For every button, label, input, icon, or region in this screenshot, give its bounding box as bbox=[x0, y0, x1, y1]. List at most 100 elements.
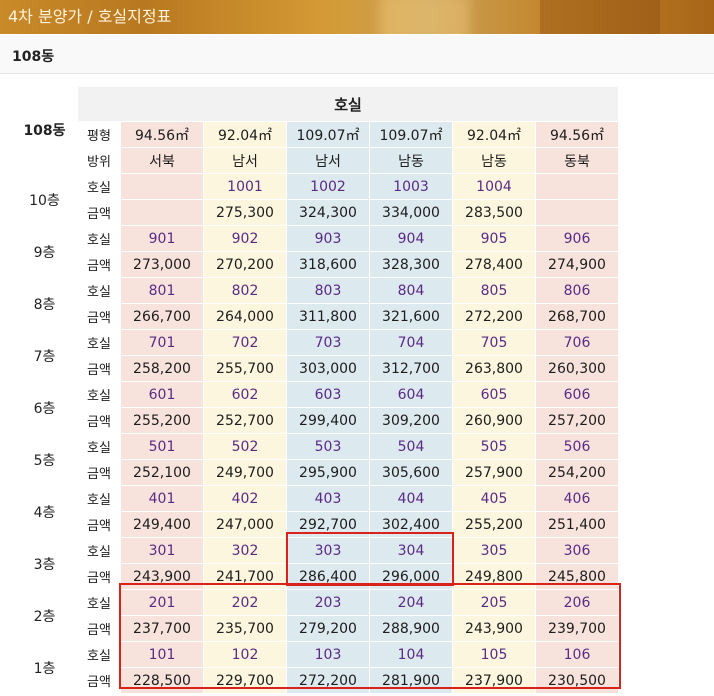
room-number-cell: 602 bbox=[203, 381, 287, 408]
banner-decoration-dark bbox=[540, 0, 660, 34]
price-cell: 302,400 bbox=[369, 511, 453, 538]
table-row-room: 7층 호실 701 702 703 704 705 706 bbox=[11, 329, 619, 382]
price-cell: 249,400 bbox=[120, 511, 204, 538]
price-row-label: 금액 bbox=[77, 199, 121, 226]
room-number-cell: 704 bbox=[369, 329, 453, 356]
room-number-cell: 905 bbox=[452, 225, 536, 252]
floor-label: 3층 bbox=[11, 537, 78, 590]
room-number-cell: 306 bbox=[535, 537, 619, 564]
room-number-cell: 903 bbox=[286, 225, 370, 252]
room-number-cell: 806 bbox=[535, 277, 619, 304]
room-row-label: 호실 bbox=[77, 381, 121, 408]
room-number-cell: 405 bbox=[452, 485, 536, 512]
price-row-label: 금액 bbox=[77, 355, 121, 382]
hosil-header: 호실 bbox=[77, 86, 619, 122]
building-header: 108동 bbox=[0, 35, 714, 74]
price-cell: 279,200 bbox=[286, 615, 370, 642]
price-cell: 321,600 bbox=[369, 303, 453, 330]
price-cell: 334,000 bbox=[369, 199, 453, 226]
room-number-cell: 804 bbox=[369, 277, 453, 304]
price-cell: 243,900 bbox=[120, 563, 204, 590]
price-row-label: 금액 bbox=[77, 667, 121, 694]
room-number-cell: 805 bbox=[452, 277, 536, 304]
table-row-room: 1층 호실 101 102 103 104 105 106 bbox=[11, 641, 619, 694]
price-cell: 252,100 bbox=[120, 459, 204, 486]
room-number-cell: 606 bbox=[535, 381, 619, 408]
price-cell bbox=[120, 199, 204, 226]
room-row-label: 호실 bbox=[77, 277, 121, 304]
room-number-cell: 901 bbox=[120, 225, 204, 252]
price-cell: 324,300 bbox=[286, 199, 370, 226]
room-number-cell: 801 bbox=[120, 277, 204, 304]
table-row-price: 금액 249,400 247,000 292,700 302,400 255,200 251… bbox=[12, 511, 619, 538]
size-cell: 109.07㎡ bbox=[286, 121, 370, 148]
building-title: 108동 bbox=[12, 49, 55, 65]
price-cell: 229,700 bbox=[203, 667, 287, 694]
table-row-room: 9층 호실 901 902 903 904 905 906 bbox=[11, 225, 619, 278]
room-number-cell: 303 bbox=[286, 537, 370, 564]
size-cell: 92.04㎡ bbox=[203, 121, 287, 148]
table-row-price: 금액 273,000 270,200 318,600 328,300 278,400 274… bbox=[12, 251, 619, 278]
price-row-label: 금액 bbox=[77, 563, 121, 590]
room-number-cell: 205 bbox=[452, 589, 536, 616]
price-row-label: 금액 bbox=[77, 511, 121, 538]
price-cell: 243,900 bbox=[452, 615, 536, 642]
room-number-cell: 502 bbox=[203, 433, 287, 460]
table-row-price: 금액 237,700 235,700 279,200 288,900 243,900 239… bbox=[12, 615, 619, 642]
room-number-cell: 403 bbox=[286, 485, 370, 512]
price-row-label: 금액 bbox=[77, 407, 121, 434]
price-row-label: 금액 bbox=[77, 615, 121, 642]
room-number-cell: 201 bbox=[120, 589, 204, 616]
room-number-cell: 206 bbox=[535, 589, 619, 616]
direction-cell: 남서 bbox=[286, 147, 370, 174]
price-cell: 255,200 bbox=[452, 511, 536, 538]
price-cell: 309,200 bbox=[369, 407, 453, 434]
table-row-price: 금액 258,200 255,700 303,000 312,700 263,800 260… bbox=[12, 355, 619, 382]
room-number-cell: 104 bbox=[369, 641, 453, 668]
price-cell: 260,300 bbox=[535, 355, 619, 382]
unit-price-table: 108동 호실 평형 94.56㎡ 92.04㎡ 109.07㎡ 109.07㎡ 92.04㎡… bbox=[11, 86, 619, 694]
room-number-cell: 305 bbox=[452, 537, 536, 564]
room-number-cell: 605 bbox=[452, 381, 536, 408]
room-number-cell: 202 bbox=[203, 589, 287, 616]
price-cell: 281,900 bbox=[369, 667, 453, 694]
price-cell: 270,200 bbox=[203, 251, 287, 278]
room-number-cell: 204 bbox=[369, 589, 453, 616]
direction-cell: 남서 bbox=[203, 147, 287, 174]
direction-cell: 동북 bbox=[535, 147, 619, 174]
table-row-price: 금액 228,500 229,700 272,200 281,900 237,900 230… bbox=[12, 667, 619, 694]
floor-label: 4층 bbox=[11, 485, 78, 538]
room-number-cell: 203 bbox=[286, 589, 370, 616]
price-cell: 272,200 bbox=[452, 303, 536, 330]
table-row-room: 5층 호실 501 502 503 504 505 506 bbox=[11, 433, 619, 486]
room-row-label: 호실 bbox=[77, 329, 121, 356]
room-number-cell: 1001 bbox=[203, 173, 287, 200]
table-row-room: 4층 호실 401 402 403 404 405 406 bbox=[11, 485, 619, 538]
floor-label: 9층 bbox=[11, 225, 78, 278]
price-cell: 237,700 bbox=[120, 615, 204, 642]
banner-decoration bbox=[380, 0, 470, 34]
room-row-label: 호실 bbox=[77, 433, 121, 460]
price-cell: 241,700 bbox=[203, 563, 287, 590]
room-row-label: 호실 bbox=[77, 225, 121, 252]
price-cell: 268,700 bbox=[535, 303, 619, 330]
room-row-label: 호실 bbox=[77, 641, 121, 668]
room-number-cell: 802 bbox=[203, 277, 287, 304]
price-cell: 311,800 bbox=[286, 303, 370, 330]
size-cell: 109.07㎡ bbox=[369, 121, 453, 148]
room-number-cell: 701 bbox=[120, 329, 204, 356]
price-row-label: 금액 bbox=[77, 251, 121, 278]
price-cell: 247,000 bbox=[203, 511, 287, 538]
room-number-cell bbox=[535, 173, 619, 200]
direction-cell: 서북 bbox=[120, 147, 204, 174]
table-row-room: 6층 호실 601 602 603 604 605 606 bbox=[11, 381, 619, 434]
price-cell: 263,800 bbox=[452, 355, 536, 382]
size-cell: 94.56㎡ bbox=[535, 121, 619, 148]
floor-label: 8층 bbox=[11, 277, 78, 330]
room-number-cell: 505 bbox=[452, 433, 536, 460]
table-row-price: 금액 252,100 249,700 295,900 305,600 257,900 254… bbox=[12, 459, 619, 486]
room-number-cell: 302 bbox=[203, 537, 287, 564]
price-cell: 303,000 bbox=[286, 355, 370, 382]
price-cell: 273,000 bbox=[120, 251, 204, 278]
table-row-room: 10층 호실 1001 1002 1003 1004 bbox=[11, 173, 619, 226]
